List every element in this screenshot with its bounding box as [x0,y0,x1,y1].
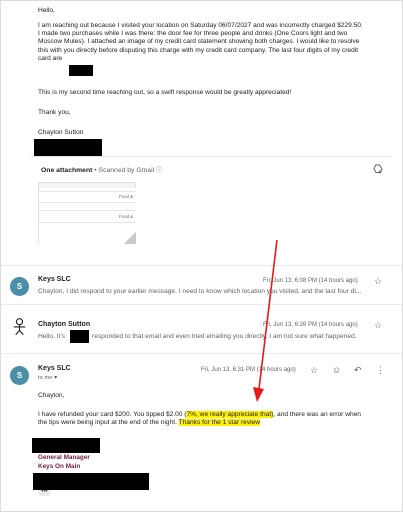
sender-name: Keys SLC [38,365,71,372]
paragraph-line: I made two purchases while I was there: … [38,30,348,38]
body-text: the tips were being input at the end of … [38,419,179,426]
recipient-text: to me [38,375,53,381]
redacted-snippet [70,330,89,343]
redacted-signature-name [32,438,100,453]
open-body-line-2: the tips were being input at the end of … [38,419,261,427]
signature-name: Chayton Sutton [38,129,84,136]
thumbnail-page: Food & Food & [39,188,136,244]
thumbnail-label: Food & [119,214,134,219]
scanned-by-gmail: Scanned by Gmail [98,167,155,174]
thumbnail-rule [39,210,136,211]
closing-text: Thank you, [38,109,71,116]
paragraph-line: I am reaching out because I visited your… [38,22,363,29]
attachment-heading: One attachment [41,167,93,174]
thumbnail-label: Food & [119,194,134,199]
message-divider [1,265,402,266]
second-time-text: This is my second time reaching out, so … [38,89,292,96]
thumbnail-rule [39,222,136,223]
annotation-arrow [253,239,278,402]
emoji-react-icon[interactable]: ☺ [332,366,341,375]
sender-name: Keys SLC [38,276,71,283]
thumbnail-rule [39,202,136,203]
body-text: , and there was an error when [273,411,361,418]
attachment-divider [31,156,391,157]
info-icon[interactable]: ⓘ [156,168,162,174]
thumbnail-rule [39,191,136,192]
more-options-icon[interactable]: ⋮ [376,366,385,375]
highlighted-text: Thanks for the 1 star review [178,419,261,426]
sender-name: Chayton Sutton [38,321,91,328]
message-divider [1,353,402,354]
paragraph-line: this with you directly before disputing … [38,46,359,54]
paragraph-line: Moscow Mules). I attached an image of my… [38,38,360,46]
star-icon[interactable]: ☆ [374,277,382,286]
redacted-signature-block [34,139,102,156]
message-date: Fri, Jun 13, 6:26 PM (14 hours ago) [263,322,358,328]
show-trimmed-content-button[interactable]: ••• [38,489,51,496]
highlighted-text: 7%, we really appreciate that) [186,411,274,418]
attachment-thumbnail[interactable]: Food & Food & [38,182,136,244]
first-paragraph: I am reaching out because I visited your… [38,22,363,63]
message-date: Fri, Jun 13, 6:08 PM (14 hours ago) [263,278,358,284]
message-divider [1,304,402,305]
sender-avatar: S [10,277,29,296]
body-text: I have refunded your card $200. You tipp… [38,411,187,418]
star-icon[interactable]: ☆ [310,366,318,375]
open-body-line-1: I have refunded your card $200. You tipp… [38,411,361,419]
greeting-text: Hello, [38,7,55,14]
stick-figure-avatar [13,318,26,336]
message-date: Fri, Jun 13, 6:31 PM (14 hours ago) [201,367,296,373]
redacted-card-digits [69,65,93,76]
redacted-signature-details [33,473,149,490]
message-snippet: Chayton, I did respond to your earlier m… [38,288,362,295]
open-greeting: Chayton, [38,392,65,399]
paragraph-line: card are [38,54,63,62]
message-snippet-start: Hello, It's [38,333,65,340]
message-snippet-end: responded to that email and even tried e… [92,333,357,340]
sender-avatar: S [10,366,29,385]
star-icon[interactable]: ☆ [374,321,382,330]
add-to-drive-icon[interactable] [372,163,384,175]
page-fold [124,232,136,244]
recipient-line[interactable]: to me ▾ [38,375,57,381]
details-caret-icon[interactable]: ▾ [54,375,57,381]
signature-role: General Manager [38,454,90,461]
reply-icon[interactable]: ↶ [354,366,362,375]
email-thread: Hello, I am reaching out because I visit… [0,0,403,512]
arrow-head [253,387,264,402]
attachment-header: One attachment • Scanned by Gmail ⓘ [41,165,162,174]
signature-company: Keys On Main [38,463,81,470]
